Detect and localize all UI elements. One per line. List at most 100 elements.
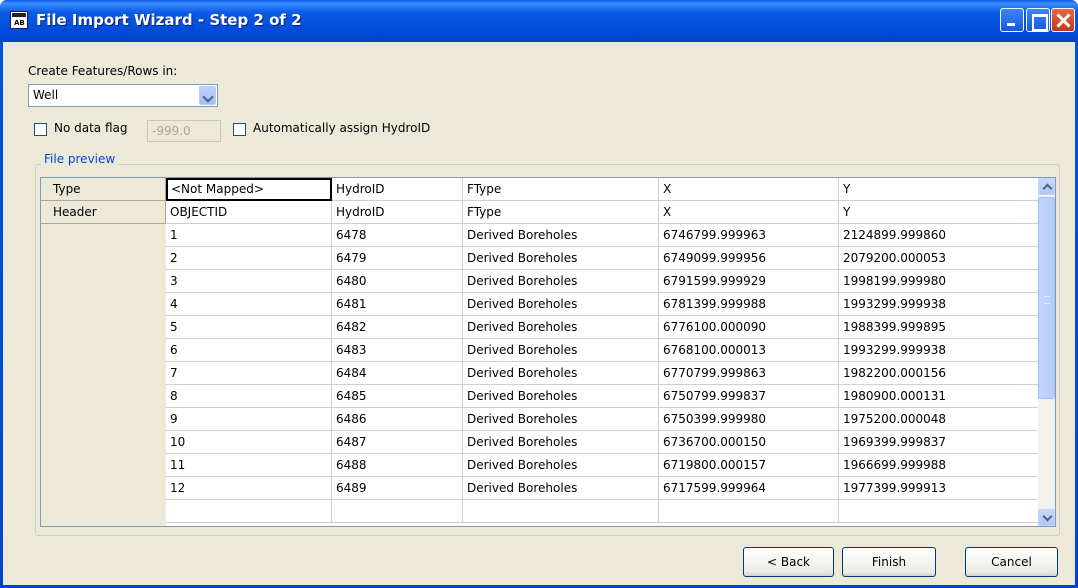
- table-cell: [659, 500, 839, 523]
- table-cell: 6750799.999837: [659, 385, 839, 408]
- header-cell: Y: [839, 201, 1041, 224]
- table-cell: Derived Boreholes: [463, 339, 659, 362]
- header-cell: OBJECTID: [166, 201, 332, 224]
- close-button[interactable]: [1051, 8, 1075, 32]
- table-cell: Derived Boreholes: [463, 477, 659, 500]
- table-row: 12 6489 Derived Boreholes 6717599.999964…: [41, 477, 1041, 500]
- table-cell: [839, 500, 1041, 523]
- table-cell: 12: [166, 477, 332, 500]
- row-header-type: Type: [41, 178, 166, 201]
- table-cell: 1977399.999913: [839, 477, 1041, 500]
- header-cell: FType: [463, 201, 659, 224]
- header-cell: HydroID: [332, 201, 463, 224]
- file-preview-title: File preview: [41, 152, 119, 166]
- table-cell: 2079200.000053: [839, 247, 1041, 270]
- table-row: 1 6478 Derived Boreholes 6746799.999963 …: [41, 224, 1041, 247]
- table-cell: 1988399.999895: [839, 316, 1041, 339]
- no-data-flag-checkbox[interactable]: [34, 123, 47, 136]
- table-cell: 6746799.999963: [659, 224, 839, 247]
- table-cell: [166, 500, 332, 523]
- maximize-button[interactable]: [1026, 8, 1050, 32]
- no-data-value-field: -999.0: [147, 120, 221, 142]
- row-header-header: Header: [41, 201, 166, 224]
- table-row: 9 6486 Derived Boreholes 6750399.999980 …: [41, 408, 1041, 431]
- auto-hydroid-checkbox[interactable]: [233, 123, 246, 136]
- table-row: 5 6482 Derived Boreholes 6776100.000090 …: [41, 316, 1041, 339]
- table-cell: 1975200.000048: [839, 408, 1041, 431]
- table-cell: 1993299.999938: [839, 293, 1041, 316]
- table-row: 2 6479 Derived Boreholes 6749099.999956 …: [41, 247, 1041, 270]
- table-cell: 6486: [332, 408, 463, 431]
- table-cell: 7: [166, 362, 332, 385]
- table-cell: Derived Boreholes: [463, 316, 659, 339]
- table-cell: 9: [166, 408, 332, 431]
- table-cell: Derived Boreholes: [463, 408, 659, 431]
- type-cell[interactable]: FType: [463, 178, 659, 201]
- table-cell: 6478: [332, 224, 463, 247]
- table-cell: 6776100.000090: [659, 316, 839, 339]
- table-cell: 6483: [332, 339, 463, 362]
- table-cell: 3: [166, 270, 332, 293]
- create-features-dropdown[interactable]: Well: [28, 84, 218, 107]
- scroll-up-icon[interactable]: [1038, 178, 1055, 195]
- table-cell: 6: [166, 339, 332, 362]
- table-cell: 1969399.999837: [839, 431, 1041, 454]
- table-row: 3 6480 Derived Boreholes 6791599.999929 …: [41, 270, 1041, 293]
- table-cell: 6480: [332, 270, 463, 293]
- table-cell: Derived Boreholes: [463, 431, 659, 454]
- header-row: Header OBJECTID HydroID FType X Y: [41, 201, 1041, 224]
- table-row-partial: [41, 500, 1041, 523]
- table-cell: 6488: [332, 454, 463, 477]
- scroll-down-icon[interactable]: [1038, 509, 1055, 526]
- type-cell[interactable]: HydroID: [332, 178, 463, 201]
- back-button[interactable]: < Back: [743, 547, 834, 577]
- table-row: 7 6484 Derived Boreholes 6770799.999863 …: [41, 362, 1041, 385]
- table-row: 6 6483 Derived Boreholes 6768100.000013 …: [41, 339, 1041, 362]
- table-row: 10 6487 Derived Boreholes 6736700.000150…: [41, 431, 1041, 454]
- table-cell: 1: [166, 224, 332, 247]
- table-cell: 6487: [332, 431, 463, 454]
- table-cell: 10: [166, 431, 332, 454]
- window-title: File Import Wizard - Step 2 of 2: [36, 11, 302, 29]
- chevron-down-icon[interactable]: [199, 86, 216, 105]
- minimize-button[interactable]: [1000, 8, 1024, 32]
- table-cell: 2124899.999860: [839, 224, 1041, 247]
- table-cell: 6489: [332, 477, 463, 500]
- table-cell: Derived Boreholes: [463, 270, 659, 293]
- type-cell[interactable]: <Not Mapped>: [166, 178, 332, 201]
- wizard-app-icon: AB: [10, 11, 28, 29]
- table-cell: 8: [166, 385, 332, 408]
- type-cell[interactable]: Y: [839, 178, 1041, 201]
- finish-button[interactable]: Finish: [842, 547, 936, 577]
- table-cell: 6717599.999964: [659, 477, 839, 500]
- table-cell: 6770799.999863: [659, 362, 839, 385]
- scroll-thumb[interactable]: [1038, 197, 1055, 399]
- no-data-flag-label: No data flag: [54, 121, 128, 135]
- table-cell: 6481: [332, 293, 463, 316]
- table-cell: 6482: [332, 316, 463, 339]
- title-bar[interactable]: AB File Import Wizard - Step 2 of 2: [0, 0, 1078, 42]
- table-cell: 2: [166, 247, 332, 270]
- table-cell: 1998199.999980: [839, 270, 1041, 293]
- table-row: 8 6485 Derived Boreholes 6750799.999837 …: [41, 385, 1041, 408]
- create-features-label: Create Features/Rows in:: [28, 64, 178, 78]
- table-cell: Derived Boreholes: [463, 362, 659, 385]
- auto-hydroid-label: Automatically assign HydroID: [253, 121, 431, 135]
- type-cell[interactable]: X: [659, 178, 839, 201]
- table-cell: 6736700.000150: [659, 431, 839, 454]
- header-cell: X: [659, 201, 839, 224]
- file-preview-grid[interactable]: Type <Not Mapped> HydroID FType X Y Head…: [40, 177, 1056, 527]
- table-cell: 1966699.999988: [839, 454, 1041, 477]
- table-cell: [332, 500, 463, 523]
- table-row: 4 6481 Derived Boreholes 6781399.999988 …: [41, 293, 1041, 316]
- table-cell: Derived Boreholes: [463, 293, 659, 316]
- create-features-value: Well: [33, 88, 59, 102]
- table-cell: 6484: [332, 362, 463, 385]
- table-cell: 1993299.999938: [839, 339, 1041, 362]
- table-cell: Derived Boreholes: [463, 247, 659, 270]
- table-cell: 1982200.000156: [839, 362, 1041, 385]
- vertical-scrollbar[interactable]: [1038, 178, 1055, 526]
- table-cell: 6768100.000013: [659, 339, 839, 362]
- table-cell: 6750399.999980: [659, 408, 839, 431]
- cancel-button[interactable]: Cancel: [965, 547, 1058, 577]
